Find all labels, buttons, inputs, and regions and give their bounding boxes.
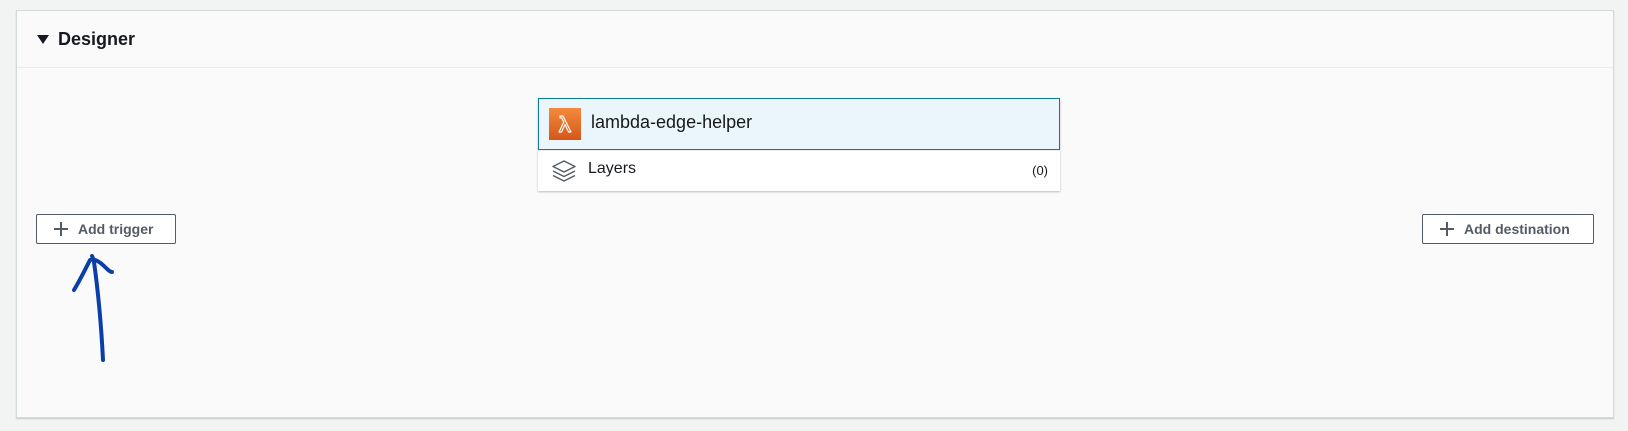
- layers-count: (0): [1032, 163, 1048, 178]
- plus-icon: [1439, 221, 1455, 237]
- lambda-icon: [549, 108, 581, 140]
- designer-title: Designer: [58, 28, 136, 49]
- caret-down-icon[interactable]: [37, 34, 49, 44]
- designer-panel: Designer: [16, 10, 1614, 418]
- layers-node[interactable]: Layers (0): [538, 150, 1060, 191]
- add-trigger-label: Add trigger: [78, 221, 154, 237]
- function-node[interactable]: lambda-edge-helper: [538, 98, 1060, 150]
- plus-icon: [53, 221, 69, 237]
- function-name: lambda-edge-helper: [591, 111, 753, 132]
- designer-header[interactable]: Designer: [17, 11, 1613, 68]
- hand-drawn-arrow-icon: [72, 254, 114, 362]
- layers-label: Layers: [588, 160, 637, 177]
- layers-icon: [550, 157, 578, 185]
- add-destination-button[interactable]: Add destination: [1422, 214, 1594, 244]
- function-card: lambda-edge-helper Layers (0): [538, 98, 1060, 191]
- add-trigger-button[interactable]: Add trigger: [36, 214, 176, 244]
- add-destination-label: Add destination: [1464, 221, 1570, 237]
